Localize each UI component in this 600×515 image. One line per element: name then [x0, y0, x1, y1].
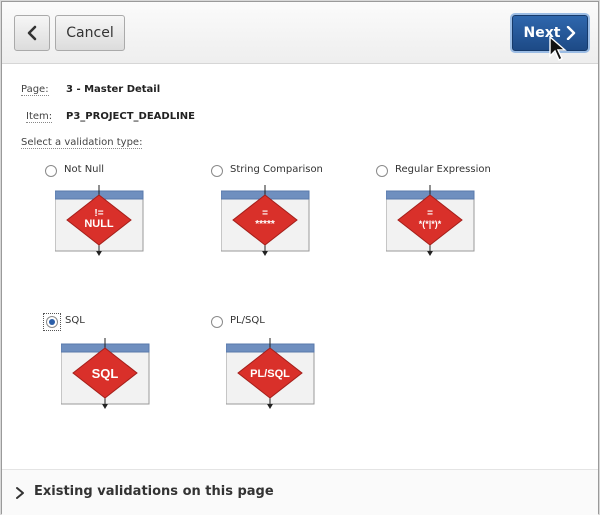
option-label: SQL [65, 315, 85, 326]
symbol-top: = [427, 208, 433, 219]
symbol-top: = [262, 208, 268, 219]
option-plsql[interactable]: PL/SQL PL/SQL [211, 315, 381, 446]
existing-validations-toggle[interactable]: Existing validations on this page [2, 469, 598, 515]
radio-regular-expression[interactable] [376, 165, 388, 177]
symbol-bottom: ***** [255, 219, 275, 230]
wizard-dialog: Cancel Next Page: 3 - Master Detail Item… [1, 1, 599, 515]
option-string-comparison[interactable]: String Comparison = ***** [211, 164, 381, 295]
not-null-validation-icon: != NULL [55, 185, 144, 256]
validation-type-prompt: Select a validation type: [21, 137, 143, 149]
option-label: Not Null [64, 164, 105, 175]
regular-expression-validation-icon: = *(*|*)* [386, 185, 475, 256]
option-label: String Comparison [230, 164, 323, 175]
item-label: Item: [26, 111, 53, 123]
option-sql[interactable]: SQL SQL [43, 313, 216, 446]
option-label: Regular Expression [395, 164, 491, 175]
radio-not-null[interactable] [45, 165, 57, 177]
existing-validations-label: Existing validations on this page [34, 484, 274, 499]
toolbar: Cancel Next [2, 2, 598, 64]
symbol-bottom: NULL [84, 218, 114, 230]
mouse-cursor-icon [549, 36, 567, 61]
radio-sql[interactable] [46, 316, 58, 328]
chevron-right-icon [16, 487, 24, 499]
cancel-button[interactable]: Cancel [55, 15, 125, 51]
page-value: 3 - Master Detail [66, 84, 161, 95]
symbol-bottom: *(*|*)* [419, 219, 442, 229]
option-regular-expression[interactable]: Regular Expression = *(*|*)* [376, 164, 546, 295]
symbol-bottom: PL/SQL [250, 368, 290, 380]
radio-string-comparison[interactable] [211, 165, 223, 177]
string-comparison-validation-icon: = ***** [221, 185, 310, 256]
option-not-null[interactable]: Not Null != NULL [45, 164, 215, 295]
sql-validation-icon: SQL [61, 338, 150, 409]
radio-plsql[interactable] [211, 316, 223, 328]
option-label: PL/SQL [230, 315, 265, 326]
item-value: P3_PROJECT_DEADLINE [66, 111, 195, 122]
symbol-bottom: SQL [92, 366, 119, 381]
chevron-left-icon [27, 25, 37, 41]
plsql-validation-icon: PL/SQL [226, 338, 315, 409]
page-label: Page: [21, 84, 49, 96]
back-button[interactable] [14, 15, 50, 51]
